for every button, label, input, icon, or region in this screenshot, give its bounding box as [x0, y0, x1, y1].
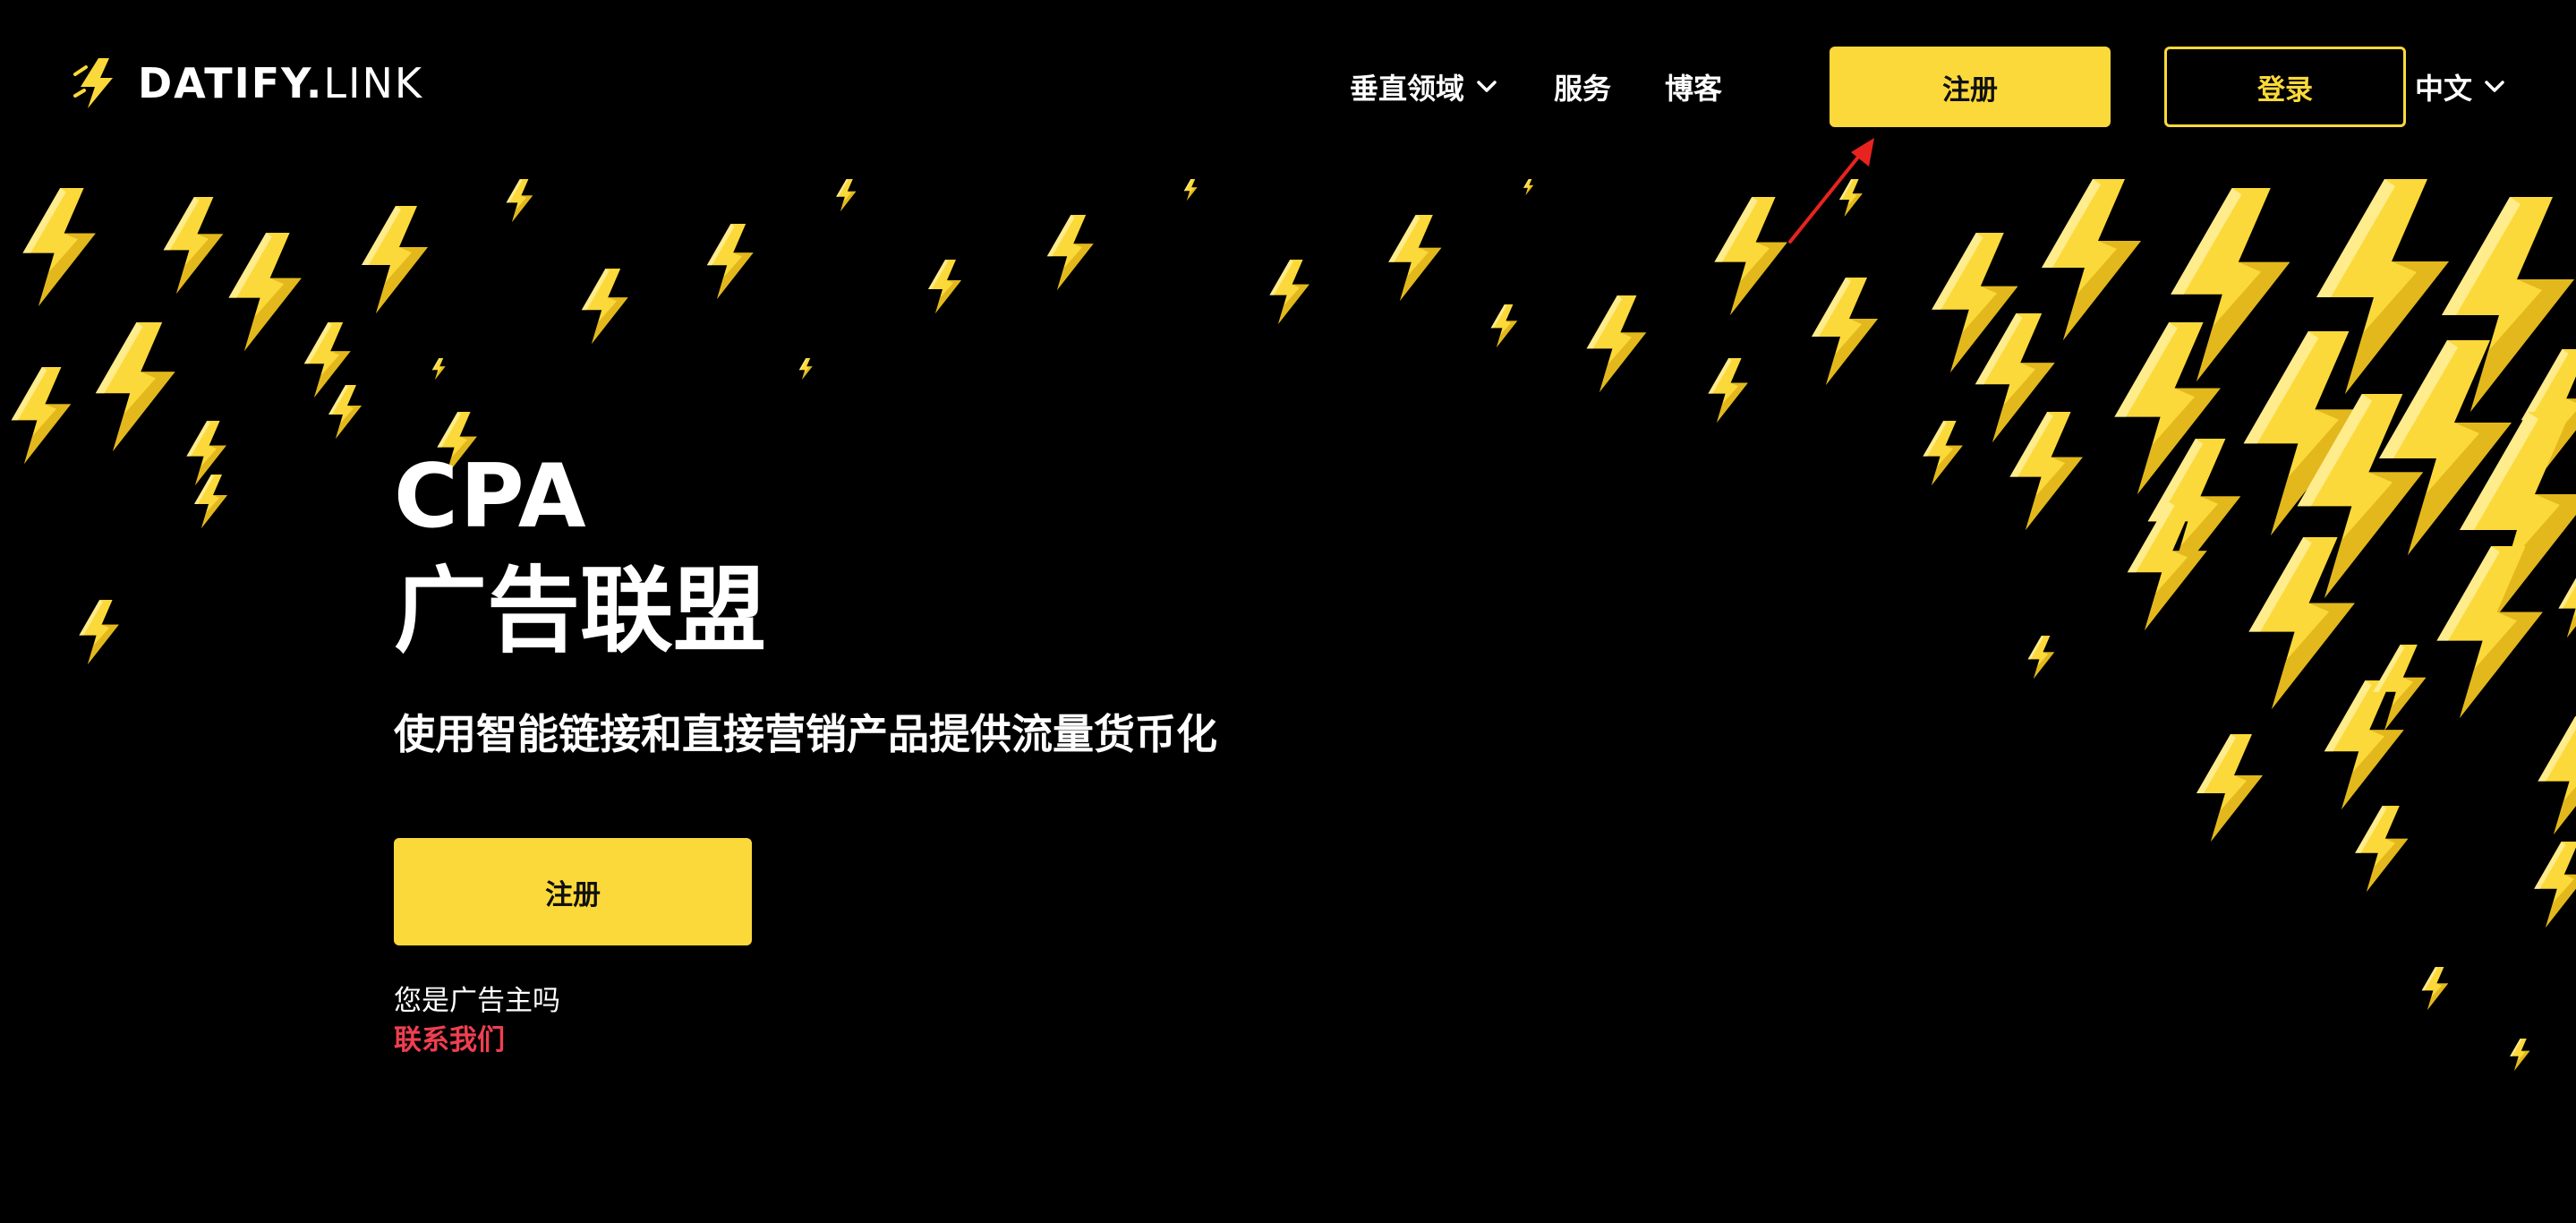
nav-item-blog[interactable]: 博客	[1665, 66, 1722, 107]
lightning-bolt-icon	[2171, 188, 2290, 381]
lightning-bolt-icon	[581, 269, 628, 344]
header-login-button[interactable]: 登录	[2164, 47, 2406, 127]
logo-wordmark-bold: DATIFY.	[138, 59, 324, 107]
lightning-bolt-icon	[1975, 313, 2055, 442]
header-register-button[interactable]: 注册	[1830, 47, 2111, 127]
lightning-bolt-icon	[2558, 573, 2576, 637]
nav-item-blog-label: 博客	[1665, 72, 1723, 106]
lightning-bolt-icon	[303, 322, 351, 398]
hero-subtitle: 使用智能链接和直接营销产品提供流量货币化	[394, 710, 1217, 758]
nav-item-services[interactable]: 服务	[1554, 66, 1611, 107]
hero-section: CPA 广告联盟 使用智能链接和直接营销产品提供流量货币化 注册 您是广告主吗 …	[394, 448, 1468, 1060]
lightning-bolt-icon	[1923, 421, 1963, 485]
lightning-bolt-icon	[2421, 967, 2449, 1010]
lightning-bolt-icon	[186, 421, 226, 485]
lightning-bolt-icon	[362, 206, 428, 313]
hero-title-line2: 广告联盟	[394, 556, 767, 665]
nav-item-verticals[interactable]: 垂直领域	[1350, 66, 1500, 107]
lightning-bolt-icon	[2027, 636, 2055, 679]
lightning-bolt-icon	[11, 367, 72, 464]
chevron-down-icon	[1477, 81, 1497, 92]
annotation-arrow-icon	[1788, 138, 1874, 244]
lightning-bolt-icon	[1812, 278, 1878, 385]
lightning-bolt-icon	[2355, 806, 2409, 892]
nav-item-verticals-label: 垂直领域	[1350, 72, 1465, 106]
lightning-bolt-icon	[1586, 295, 1647, 392]
lightning-bolt-icon	[22, 188, 96, 306]
lightning-bolt-icon	[2316, 179, 2449, 394]
hero-register-label: 注册	[545, 878, 601, 911]
lightning-bolt-icon	[2373, 645, 2427, 731]
datify-logo[interactable]: DATIFY.LINK	[72, 52, 423, 115]
lightning-bolt-icon	[228, 233, 302, 351]
hero-title-line1: CPA	[394, 446, 588, 548]
lightning-bolt-icon	[79, 600, 119, 664]
lightning-bolt-icon	[2042, 179, 2141, 340]
lightning-bolt-icon	[2324, 680, 2404, 809]
lightning-logo-icon	[73, 58, 113, 108]
lightning-bolt-icon	[2114, 322, 2221, 494]
lightning-bolt-icon	[194, 475, 227, 528]
language-selector[interactable]: 中文	[2415, 56, 2508, 118]
lightning-bolt-icon	[2243, 331, 2370, 535]
lightning-bolt-icon	[95, 322, 175, 451]
lightning-bolt-icon	[2009, 412, 2083, 530]
lightning-bolt-icon	[506, 179, 533, 222]
lightning-bolt-icon	[1388, 215, 1442, 301]
lightning-bolt-icon	[1490, 304, 1518, 347]
lightning-bolt-icon	[1269, 260, 1309, 324]
lightning-bolt-icon	[2297, 394, 2424, 598]
language-label: 中文	[2415, 72, 2473, 106]
lightning-bolt-icon	[2147, 439, 2241, 589]
lightning-bolt-icon	[2510, 1039, 2530, 1071]
logo-wordmark: DATIFY.LINK	[138, 59, 423, 107]
lightning-bolt-icon	[836, 179, 857, 211]
header-login-label: 登录	[2257, 73, 2313, 107]
lightning-bolt-icon	[1932, 233, 2018, 372]
lightning-bolt-icon	[798, 358, 813, 380]
header-register-label: 注册	[1942, 73, 1998, 107]
nav-item-services-label: 服务	[1554, 72, 1612, 106]
lightning-bolt-icon	[2442, 197, 2574, 412]
lightning-bolt-icon	[328, 385, 362, 439]
advertiser-question: 您是广告主吗	[394, 985, 560, 1017]
lightning-bolt-icon	[1183, 179, 1198, 201]
site-header: DATIFY.LINK 垂直领域 服务 博客 注册 登录 中文	[0, 0, 2576, 179]
lightning-bolt-icon	[2196, 734, 2263, 842]
landing-page: DATIFY.LINK 垂直领域 服务 博客 注册 登录 中文 CPA 广告联盟…	[0, 0, 2576, 1223]
lightning-bolt-icon	[928, 260, 961, 313]
lightning-bolt-icon	[2460, 412, 2576, 627]
lightning-bolt-icon	[706, 224, 754, 299]
lightning-bolt-icon	[2534, 842, 2576, 928]
lightning-bolt-icon	[1708, 358, 1748, 423]
lightning-bolt-icon	[2436, 546, 2543, 718]
lightning-bolt-icon	[2521, 349, 2576, 478]
hero-register-button[interactable]: 注册	[394, 838, 752, 945]
lightning-bolt-icon	[431, 358, 446, 380]
contact-us-link[interactable]: 联系我们	[394, 1021, 1468, 1060]
main-nav: 垂直领域 服务 博客	[1350, 56, 1722, 118]
lightning-bolt-icon	[1523, 179, 1534, 195]
logo-wordmark-thin: LINK	[323, 59, 424, 107]
lightning-bolt-icon	[2379, 340, 2512, 555]
lightning-bolt-icon	[2127, 501, 2207, 630]
chevron-down-icon	[2485, 81, 2504, 92]
lightning-bolt-icon	[163, 197, 224, 294]
lightning-bolt-icon	[1046, 215, 1094, 290]
lightning-bolt-icon	[2538, 716, 2576, 834]
lightning-bolt-icon	[1714, 197, 1787, 315]
lightning-bolt-icon	[2248, 537, 2355, 709]
